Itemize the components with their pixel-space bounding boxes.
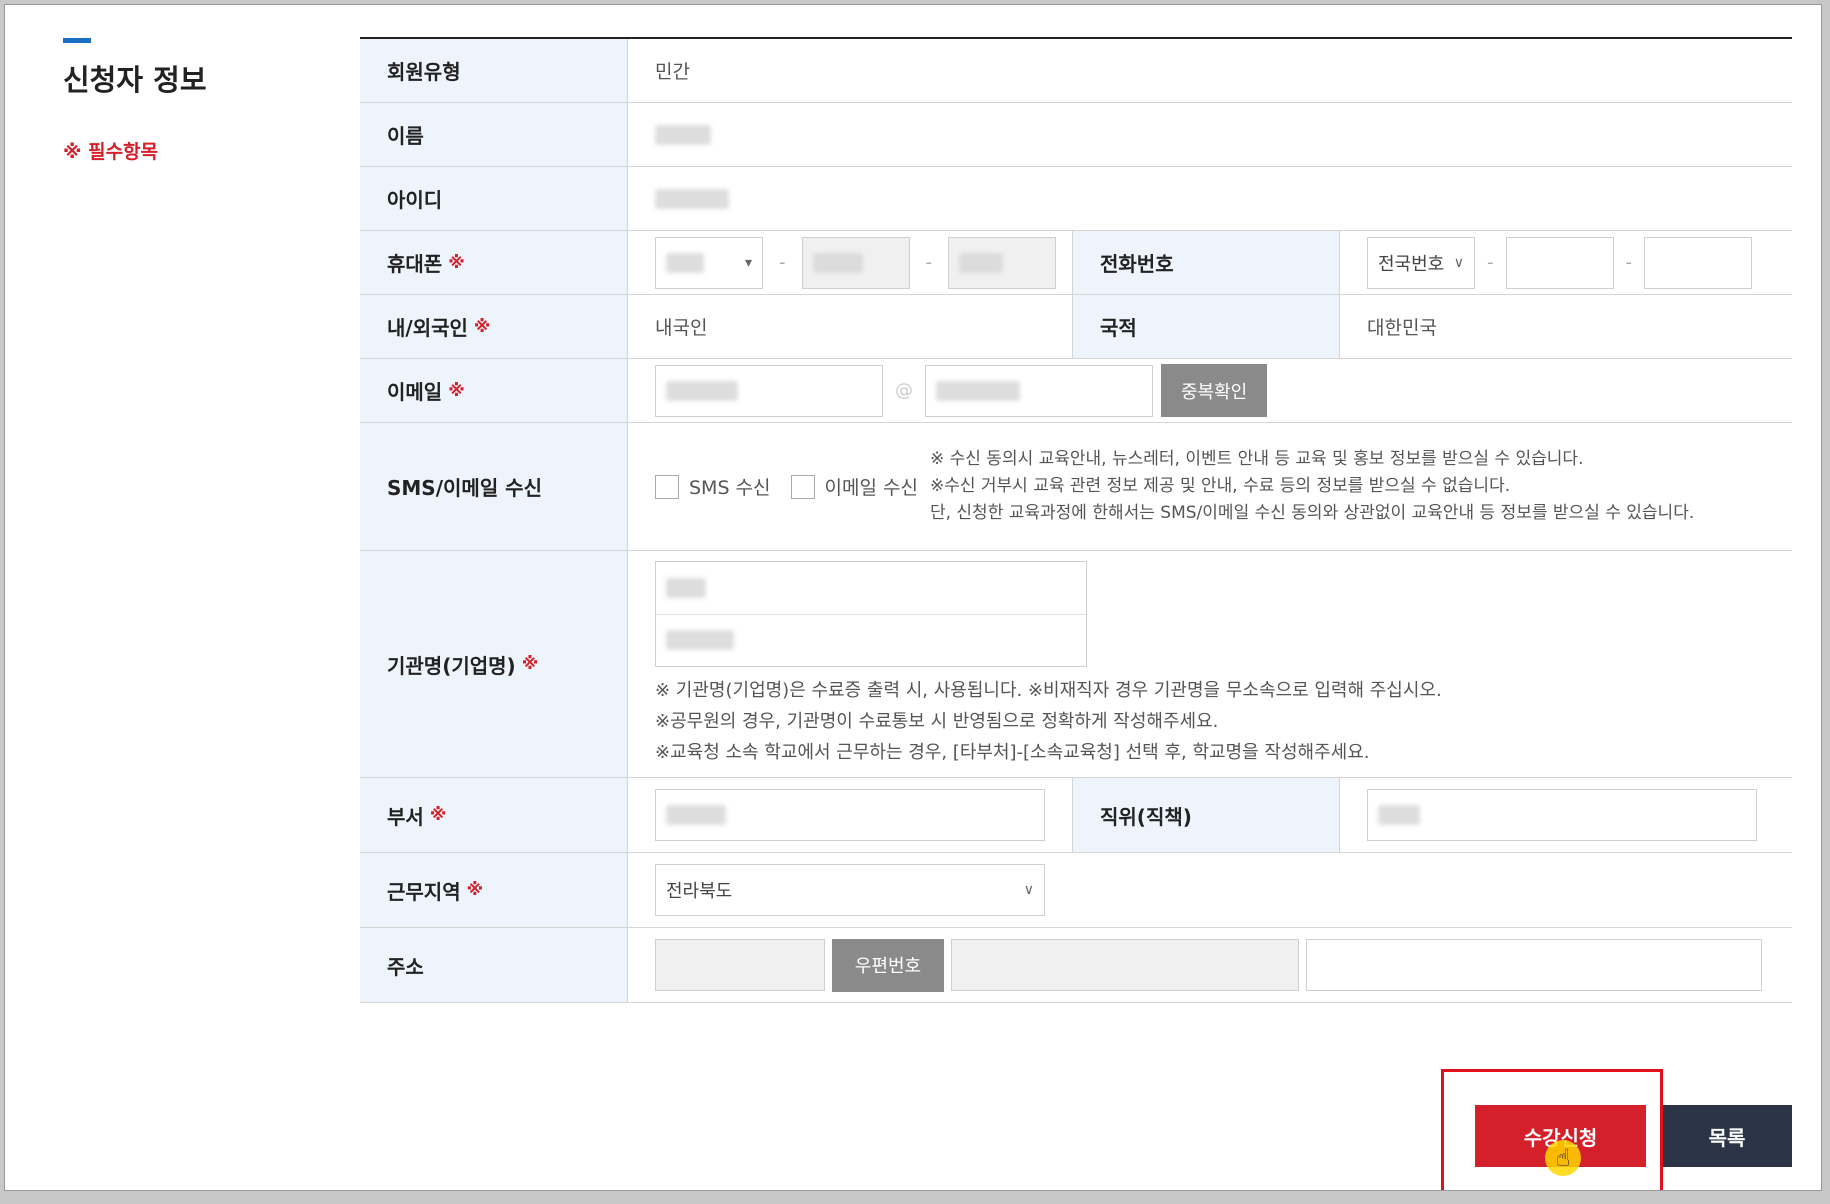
mobile-inputs: ▾ - - (628, 231, 1072, 294)
phone-last-input[interactable] (1644, 236, 1752, 289)
row-member-type: 회원유형 민간 (360, 39, 1792, 103)
blurred-mobile-prefix (666, 252, 704, 273)
applicant-form: 회원유형 민간 이름 아이디 휴대폰 ※ ▾ - - 전화번호 전국번호 ∨ -… (360, 37, 1792, 1003)
required-note: ※ 필수항목 (63, 141, 159, 163)
nationality-value: 대한민국 (1367, 317, 1437, 339)
section-accent-bar (63, 38, 91, 43)
row-address: 주소 우편번호 (360, 928, 1792, 1003)
row-name: 이름 (360, 103, 1792, 167)
phone-label: 전화번호 (1072, 231, 1340, 294)
email-checkbox[interactable] (790, 474, 815, 499)
address-base-input[interactable] (951, 939, 1299, 991)
row-organization: 기관명(기업명) ※ ※ 기관명(기업명)은 수료증 출력 시, 사용됩니다. ※… (360, 551, 1792, 778)
blurred-position (1378, 805, 1420, 825)
list-button[interactable]: 목록 (1662, 1105, 1792, 1167)
position-cell (1340, 778, 1792, 852)
email-checkbox-label: 이메일 수신 (824, 477, 918, 499)
address-cell: 우편번호 (628, 928, 1792, 1002)
mobile-last-input[interactable] (948, 236, 1056, 289)
sms-email-label: SMS/이메일 수신 (360, 423, 628, 550)
organization-label: 기관명(기업명) ※ (360, 551, 628, 777)
blurred-org-category (666, 577, 706, 598)
department-cell (628, 778, 1072, 852)
address-detail-input[interactable] (1306, 939, 1762, 991)
sms-checkbox[interactable] (655, 474, 679, 499)
nationality-type-label: 내/외국인 ※ (360, 295, 628, 358)
sms-email-options: SMS 수신 이메일 수신 ※ 수신 동의시 교육안내, 뉴스레터, 이벤트 안… (628, 423, 1792, 550)
phone-middle-input[interactable] (1505, 236, 1614, 289)
blurred-email-local (666, 380, 738, 401)
row-department: 부서 ※ 직위(직책) (360, 778, 1792, 853)
work-region-cell: 전라북도 ∨ (628, 853, 1792, 927)
email-duplicate-check-button[interactable]: 중복확인 (1161, 364, 1268, 417)
email-local-input[interactable] (655, 364, 883, 417)
blurred-mobile-last (959, 252, 1003, 273)
nationality-label: 국적 (1072, 295, 1340, 358)
zipcode-input[interactable] (655, 939, 825, 991)
chevron-down-icon: ▾ (744, 254, 752, 271)
member-type-value: 민간 (655, 61, 690, 83)
address-label: 주소 (360, 928, 628, 1002)
blurred-org-name (666, 630, 734, 650)
row-nationality: 내/외국인 ※ 내국인 국적 대한민국 (360, 295, 1792, 359)
position-label: 직위(직책) (1072, 778, 1340, 852)
phone-area-select[interactable]: 전국번호 ∨ (1367, 236, 1475, 289)
member-type-label: 회원유형 (360, 39, 628, 102)
mobile-prefix-select[interactable]: ▾ (655, 236, 763, 289)
department-input[interactable] (655, 789, 1045, 841)
row-email: 이메일 ※ @ 중복확인 (360, 359, 1792, 423)
blurred-user-id (655, 188, 729, 209)
section-title: 신청자 정보 (63, 63, 207, 97)
blurred-mobile-middle (812, 252, 863, 273)
organization-category-select[interactable] (656, 562, 1086, 614)
name-value (628, 103, 1792, 166)
row-work-region: 근무지역 ※ 전라북도 ∨ (360, 853, 1792, 928)
email-label: 이메일 ※ (360, 359, 628, 422)
department-label: 부서 ※ (360, 778, 628, 852)
blurred-name (655, 124, 711, 145)
application-frame: 신청자 정보 ※ 필수항목 회원유형 민간 이름 아이디 휴대폰※ ▾ - - (4, 4, 1822, 1191)
sms-email-notes: ※ 수신 동의시 교육안내, 뉴스레터, 이벤트 안내 등 교육 및 홍보 정보… (929, 449, 1695, 523)
zipcode-search-button[interactable]: 우편번호 (832, 938, 944, 992)
nationality-type-value: 내국인 (655, 317, 708, 339)
organization-inputs: ※ 기관명(기업명)은 수료증 출력 시, 사용됩니다. ※비재직자 경우 기관… (628, 551, 1792, 777)
organization-name-input[interactable] (656, 613, 1086, 666)
blurred-department (666, 805, 726, 825)
organization-input-group (655, 560, 1087, 667)
user-id-value (628, 167, 1792, 230)
position-input[interactable] (1367, 789, 1757, 841)
phone-inputs: 전국번호 ∨ - - (1340, 231, 1792, 294)
row-user-id: 아이디 (360, 167, 1792, 231)
email-domain-input[interactable] (925, 364, 1153, 417)
chevron-down-icon: ∨ (1453, 254, 1464, 271)
hand-cursor-icon: ☝ (1545, 1140, 1581, 1176)
row-phone: 휴대폰 ※ ▾ - - 전화번호 전국번호 ∨ - - (360, 231, 1792, 295)
user-id-label: 아이디 (360, 167, 628, 230)
mobile-middle-input[interactable] (801, 236, 910, 289)
blurred-email-domain (936, 380, 1020, 401)
row-sms-email: SMS/이메일 수신 SMS 수신 이메일 수신 ※ 수신 동의시 교육안내, … (360, 423, 1792, 551)
work-region-label: 근무지역 ※ (360, 853, 628, 927)
name-label: 이름 (360, 103, 628, 166)
sms-checkbox-label: SMS 수신 (689, 477, 771, 499)
mobile-label: 휴대폰 ※ (360, 231, 628, 294)
chevron-down-icon: ∨ (1023, 882, 1034, 898)
organization-notes: ※ 기관명(기업명)은 수료증 출력 시, 사용됩니다. ※비재직자 경우 기관… (655, 679, 1442, 763)
work-region-select[interactable]: 전라북도 ∨ (655, 864, 1045, 916)
email-inputs: @ 중복확인 (628, 359, 1792, 422)
